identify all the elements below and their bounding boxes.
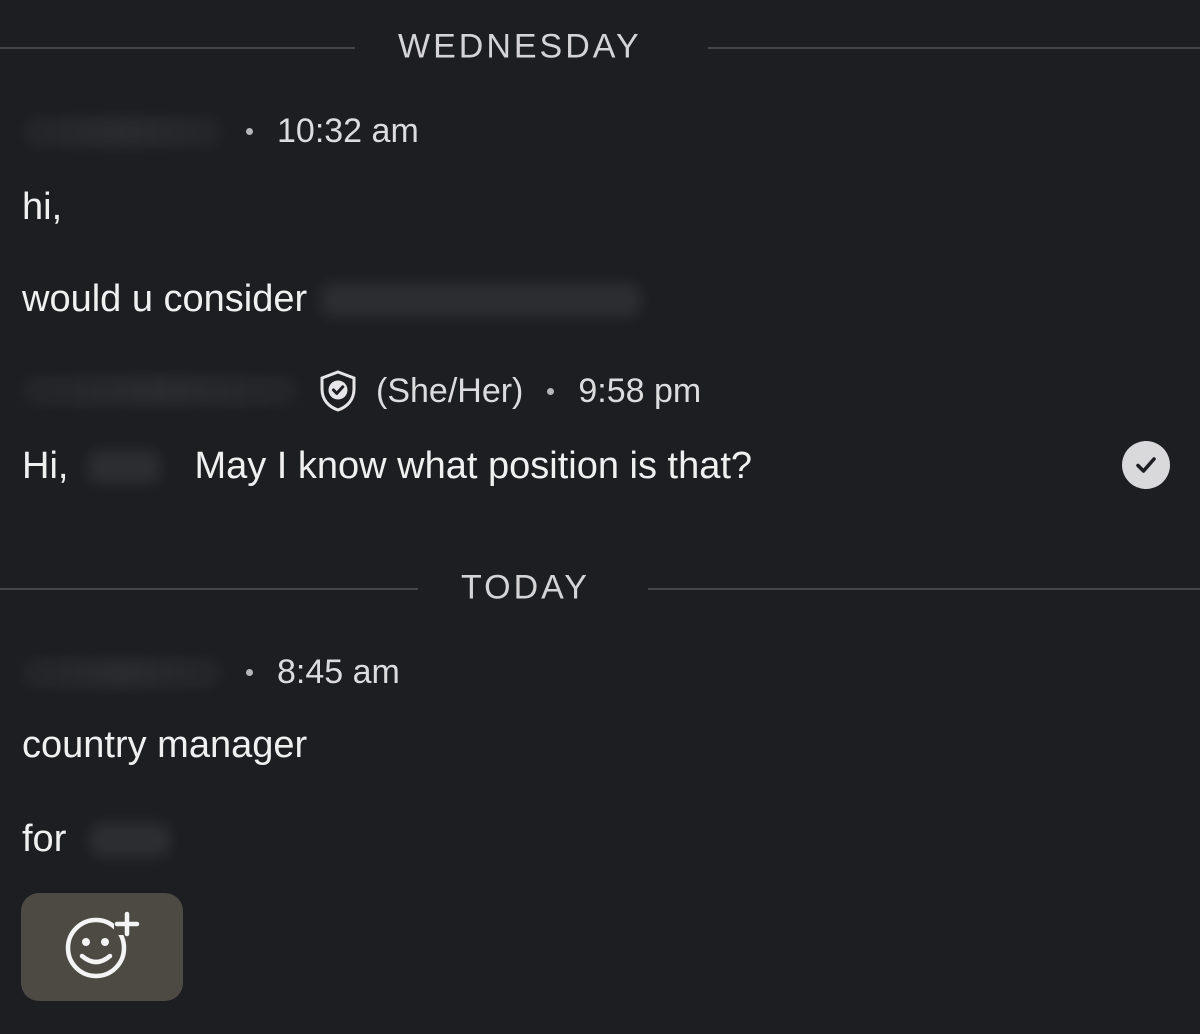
message-timestamp: 9:58 pm: [578, 371, 702, 410]
redacted-text: [321, 282, 642, 317]
sender-name-redacted: [22, 376, 298, 406]
redacted-text: [88, 449, 161, 484]
date-divider-today: TODAY: [0, 558, 1200, 618]
message-header: (She/Her) 9:58 pm: [22, 369, 701, 413]
divider-line: [648, 588, 1200, 590]
divider-line: [0, 588, 418, 590]
message-text[interactable]: would u consider: [22, 278, 642, 321]
separator-dot: [246, 128, 253, 135]
conversation-thread: WEDNESDAY 10:32 am hi, would u consider …: [0, 0, 1200, 1034]
divider-line: [708, 47, 1200, 49]
message-header: 8:45 am: [22, 653, 400, 692]
add-emoji-icon: [62, 910, 142, 985]
sender-name-redacted: [22, 657, 222, 688]
redacted-text: [90, 822, 171, 857]
message-line: would u consider: [22, 278, 308, 320]
date-divider-label: TODAY: [461, 568, 590, 607]
message-line: hi,: [22, 186, 63, 228]
message-text[interactable]: country manager: [22, 724, 307, 767]
sender-name-redacted: [22, 116, 222, 147]
message-timestamp: 10:32 am: [277, 112, 419, 150]
date-divider-wednesday: WEDNESDAY: [0, 17, 1200, 77]
message-text[interactable]: for: [22, 818, 171, 861]
divider-line: [0, 47, 355, 49]
separator-dot: [246, 669, 253, 676]
message-timestamp: 8:45 am: [277, 653, 400, 691]
check-circle-icon: [1122, 441, 1170, 489]
message-line: for: [22, 818, 67, 860]
pronouns-label: (She/Her): [376, 371, 524, 410]
shield-check-icon: [316, 369, 360, 413]
message-line: May I know what position is that?: [194, 445, 753, 487]
date-divider-label: WEDNESDAY: [398, 27, 642, 66]
message-text[interactable]: hi,: [22, 186, 62, 229]
message-greeting: Hi,: [22, 445, 69, 487]
message-line: country manager: [22, 724, 308, 766]
message-text[interactable]: Hi, May I know what position is that?: [22, 445, 752, 488]
separator-dot: [547, 387, 555, 395]
add-reaction-button[interactable]: [21, 893, 183, 1001]
message-header: 10:32 am: [22, 112, 419, 151]
